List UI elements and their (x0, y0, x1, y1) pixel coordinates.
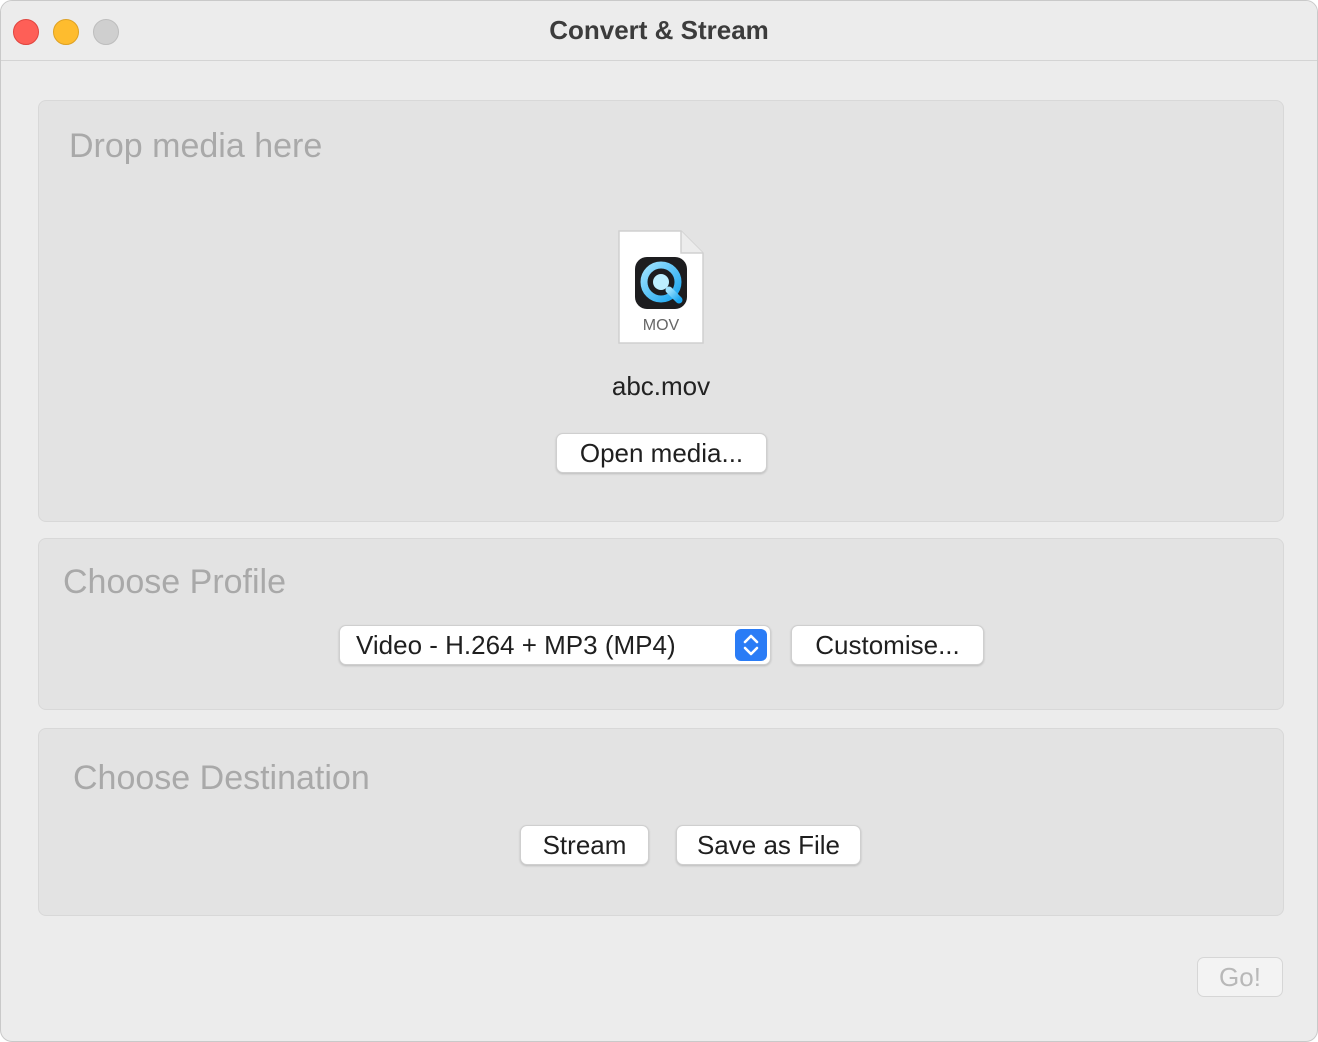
file-name-label: abc.mov (611, 371, 711, 401)
open-media-button[interactable]: Open media... (556, 433, 767, 473)
chevron-up-down-icon (735, 629, 767, 661)
customise-button[interactable]: Customise... (791, 625, 984, 665)
file-type-label: MOV (642, 317, 680, 334)
stream-button[interactable]: Stream (520, 825, 649, 865)
convert-stream-window: Convert & Stream Drop media here MOV abc… (0, 0, 1318, 1042)
profile-select[interactable]: Video - H.264 + MP3 (MP4) (339, 625, 771, 665)
choose-destination-heading: Choose Destination (73, 759, 370, 797)
quicktime-mov-file-icon: MOV (617, 229, 705, 345)
go-button: Go! (1197, 957, 1283, 997)
title-bar[interactable]: Convert & Stream (1, 1, 1317, 61)
choose-profile-heading: Choose Profile (63, 563, 287, 601)
drop-media-heading: Drop media here (69, 127, 323, 165)
choose-profile-panel: Choose Profile Video - H.264 + MP3 (MP4)… (38, 538, 1284, 710)
window-title: Convert & Stream (549, 15, 769, 45)
choose-destination-panel: Choose Destination Stream Save as File (38, 728, 1284, 916)
profile-select-value: Video - H.264 + MP3 (MP4) (356, 630, 676, 660)
drop-media-panel[interactable]: Drop media here MOV abc.mov Open media..… (38, 100, 1284, 522)
save-as-file-button[interactable]: Save as File (676, 825, 861, 865)
